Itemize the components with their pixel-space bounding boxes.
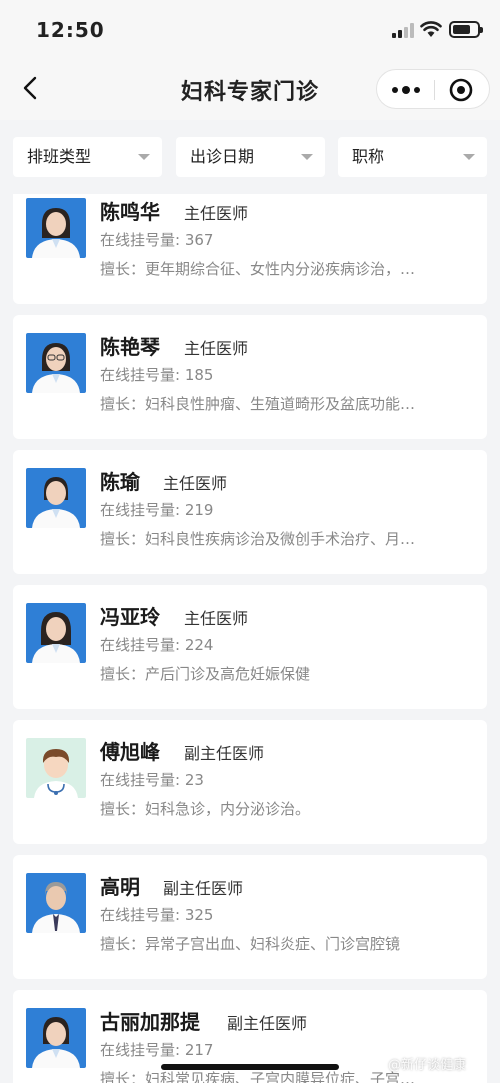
filter-bar: 排班类型 出诊日期 职称: [0, 120, 500, 194]
doctor-specialty: 擅长：妇科急诊，内分泌诊治。: [100, 800, 311, 818]
doctor-name: 陈鸣华: [100, 200, 160, 224]
home-indicator[interactable]: [161, 1064, 339, 1070]
doctor-name: 高明: [100, 875, 140, 899]
capsule-divider: [434, 80, 435, 100]
doctor-photo: [26, 198, 86, 258]
registration-count: 在线挂号量: 217: [100, 1041, 214, 1059]
filter-label: 排班类型: [27, 147, 92, 166]
doctor-card[interactable]: 冯亚玲 主任医师 在线挂号量: 224 擅长：产后门诊及高危妊娠保健: [13, 585, 487, 709]
doctor-specialty: 擅长：更年期综合征、女性内分泌疾病诊治，…: [100, 260, 416, 278]
doctor-title: 副主任医师: [184, 744, 265, 763]
status-time: 12:50: [36, 18, 105, 42]
doctor-title: 主任医师: [184, 609, 249, 628]
registration-count: 在线挂号量: 219: [100, 501, 214, 519]
status-bar: 12:50: [0, 0, 500, 58]
doctor-title: 副主任医师: [227, 1014, 308, 1033]
wifi-icon: [420, 21, 442, 37]
doctor-card[interactable]: 陈鸣华 主任医师 在线挂号量: 367 擅长：更年期综合征、女性内分泌疾病诊治，…: [13, 194, 487, 304]
doctor-card[interactable]: 陈瑜 主任医师 在线挂号量: 219 擅长：妇科良性疾病诊治及微创手术治疗、月…: [13, 450, 487, 574]
mini-program-capsule: [376, 69, 490, 109]
filter-schedule-type[interactable]: 排班类型: [13, 137, 162, 177]
watermark: @新仔谈健康: [388, 1058, 467, 1073]
filter-label: 出诊日期: [190, 147, 255, 166]
doctor-photo: [26, 873, 86, 933]
doctor-title: 主任医师: [184, 339, 249, 358]
doctor-specialty: 擅长：异常子宫出血、妇科炎症、门诊宫腔镜: [100, 935, 401, 953]
doctor-card[interactable]: 傅旭峰 副主任医师 在线挂号量: 23 擅长：妇科急诊，内分泌诊治。: [13, 720, 487, 844]
doctor-photo: [26, 333, 86, 393]
dropdown-arrow-icon: [301, 154, 313, 160]
navigation-bar: 妇科专家门诊: [0, 58, 500, 120]
back-arrow-icon[interactable]: [14, 70, 50, 106]
doctor-photo: [26, 603, 86, 663]
doctor-card[interactable]: 陈艳琴 主任医师 在线挂号量: 185 擅长：妇科良性肿瘤、生殖道畸形及盆底功能…: [13, 315, 487, 439]
cellular-signal-icon: [392, 22, 414, 38]
doctor-name: 古丽加那提: [100, 1010, 200, 1034]
doctor-title: 主任医师: [163, 474, 228, 493]
filter-visit-date[interactable]: 出诊日期: [176, 137, 325, 177]
doctor-title: 副主任医师: [163, 879, 244, 898]
doctor-name: 陈艳琴: [100, 335, 160, 359]
more-options-icon[interactable]: [387, 76, 425, 104]
battery-icon: [449, 21, 483, 38]
doctor-list: 陈鸣华 主任医师 在线挂号量: 367 擅长：更年期综合征、女性内分泌疾病诊治，…: [0, 194, 500, 1083]
doctor-name: 冯亚玲: [100, 605, 160, 629]
registration-count: 在线挂号量: 185: [100, 366, 214, 384]
doctor-specialty: 擅长：妇科良性肿瘤、生殖道畸形及盆底功能…: [100, 395, 416, 413]
filter-job-title[interactable]: 职称: [338, 137, 487, 177]
close-mini-program-icon[interactable]: [447, 76, 475, 104]
registration-count: 在线挂号量: 325: [100, 906, 214, 924]
doctor-name: 傅旭峰: [100, 740, 160, 764]
doctor-title: 主任医师: [184, 204, 249, 223]
doctor-photo: [26, 1008, 86, 1068]
doctor-name: 陈瑜: [100, 470, 140, 494]
default-doctor-avatar-icon: [26, 738, 86, 798]
registration-count: 在线挂号量: 224: [100, 636, 214, 654]
doctor-card[interactable]: 高明 副主任医师 在线挂号量: 325 擅长：异常子宫出血、妇科炎症、门诊宫腔镜: [13, 855, 487, 979]
registration-count: 在线挂号量: 23: [100, 771, 204, 789]
doctor-photo: [26, 468, 86, 528]
filter-label: 职称: [352, 147, 385, 166]
dropdown-arrow-icon: [138, 154, 150, 160]
doctor-specialty: 擅长：妇科良性疾病诊治及微创手术治疗、月…: [100, 530, 416, 548]
dropdown-arrow-icon: [463, 154, 475, 160]
doctor-specialty: 擅长：产后门诊及高危妊娠保健: [100, 665, 311, 683]
registration-count: 在线挂号量: 367: [100, 231, 214, 249]
